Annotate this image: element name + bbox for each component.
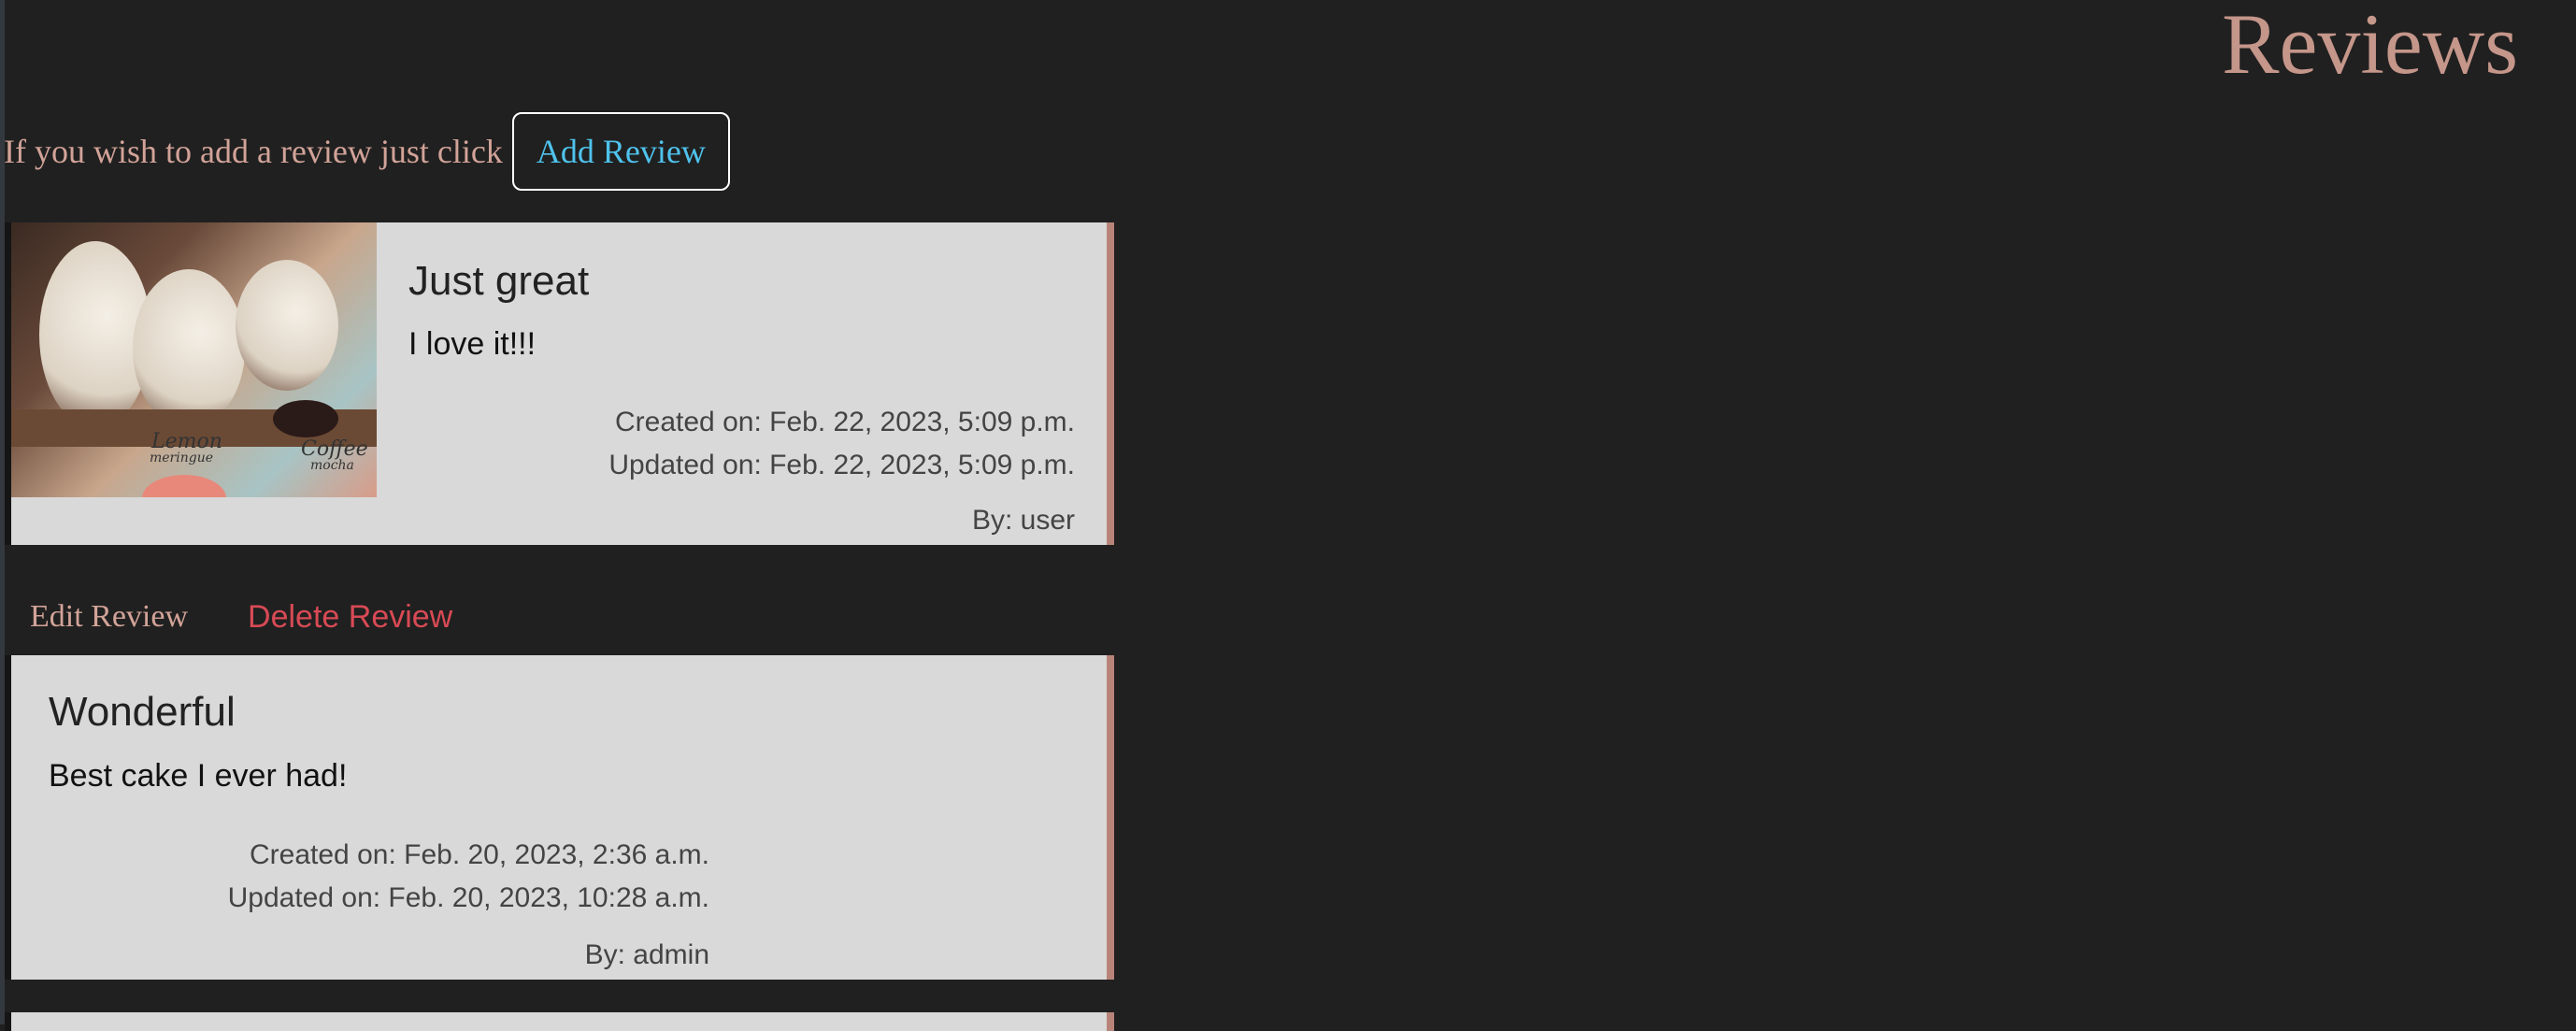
review-title: Wonderful [49,689,236,735]
pink-macaron [142,475,226,497]
updated-date: Updated on: Feb. 22, 2023, 5:09 p.m. [608,450,1075,480]
review-card [5,1012,1114,1031]
delete-review-link[interactable]: Delete Review [248,599,452,636]
review-dates: Created on: Feb. 20, 2023, 2:36 a.m. Upd… [228,834,709,920]
page-title: Reviews [2222,0,2518,92]
review-author: By: admin [584,939,709,970]
intro-text: If you wish to add a review just click [4,133,503,170]
created-date: Created on: Feb. 22, 2023, 5:09 p.m. [615,407,1075,437]
review-image: Lemon meringue Coffee mocha [11,222,377,497]
review-body: Best cake I ever had! [49,758,348,794]
chocolate-disc [273,400,338,437]
review-dates: Created on: Feb. 22, 2023, 5:09 p.m. Upd… [608,401,1075,487]
macaron-shape [133,269,245,428]
image-label: mocha [310,458,354,473]
intro-row: If you wish to add a review just click A… [4,112,730,191]
created-date: Created on: Feb. 20, 2023, 2:36 a.m. [250,839,709,870]
review-body: I love it!!! [408,326,537,362]
updated-date: Updated on: Feb. 20, 2023, 10:28 a.m. [227,882,709,913]
review-card: Lemon meringue Coffee mocha Just great I… [5,222,1114,545]
review-author: By: user [971,505,1075,536]
macaron-shape [236,260,338,391]
review-card: Wonderful Best cake I ever had! Created … [5,655,1114,980]
review-title: Just great [408,258,590,304]
add-review-button[interactable]: Add Review [511,112,730,191]
edit-review-link[interactable]: Edit Review [30,599,188,635]
review-actions: Edit Review Delete Review [30,589,452,645]
image-label: meringue [150,451,214,465]
